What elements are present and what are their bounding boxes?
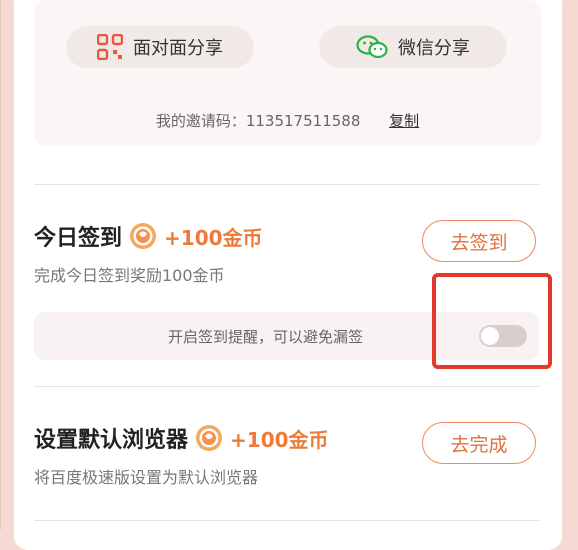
- checkin-title-text: 今日签到: [34, 226, 123, 251]
- wechat-icon: [356, 35, 388, 59]
- coin-icon: [196, 425, 223, 451]
- default-browser-task-title: 设置默认浏览器 +100金币: [34, 422, 329, 454]
- share-panel: 面对面分享 微信分享 我的邀请码：113517511588 复制: [34, 0, 541, 146]
- checkin-task-title: 今日签到 +100金币: [34, 220, 263, 252]
- wechat-share-label: 微信分享: [398, 38, 470, 59]
- page-edge-line: [0, 0, 1, 530]
- invite-code-value: 113517511588: [245, 112, 361, 130]
- checkin-button[interactable]: 去签到: [422, 220, 536, 262]
- default-browser-reward: +100金币: [230, 427, 329, 452]
- coin-icon: [130, 223, 157, 249]
- default-browser-task-desc: 将百度极速版设置为默认浏览器: [34, 468, 259, 487]
- invite-code-row: 我的邀请码：113517511588 复制: [34, 110, 541, 131]
- highlight-box: [432, 273, 552, 369]
- copy-invite-code-link[interactable]: 复制: [389, 112, 419, 130]
- divider: [34, 386, 540, 387]
- face-to-face-share-label: 面对面分享: [133, 38, 223, 59]
- qr-code-icon: [97, 34, 123, 60]
- wechat-share-button[interactable]: 微信分享: [319, 26, 507, 68]
- checkin-reminder-text: 开启签到提醒，可以避免漏签: [168, 328, 364, 346]
- checkin-reward: +100金币: [164, 225, 263, 250]
- default-browser-title-text: 设置默认浏览器: [34, 428, 189, 453]
- invite-code-prefix: 我的邀请码：: [155, 112, 246, 130]
- divider: [34, 520, 540, 521]
- checkin-task-desc: 完成今日签到奖励100金币: [34, 266, 225, 285]
- face-to-face-share-button[interactable]: 面对面分享: [66, 26, 254, 68]
- divider: [34, 184, 540, 185]
- default-browser-button[interactable]: 去完成: [422, 422, 536, 464]
